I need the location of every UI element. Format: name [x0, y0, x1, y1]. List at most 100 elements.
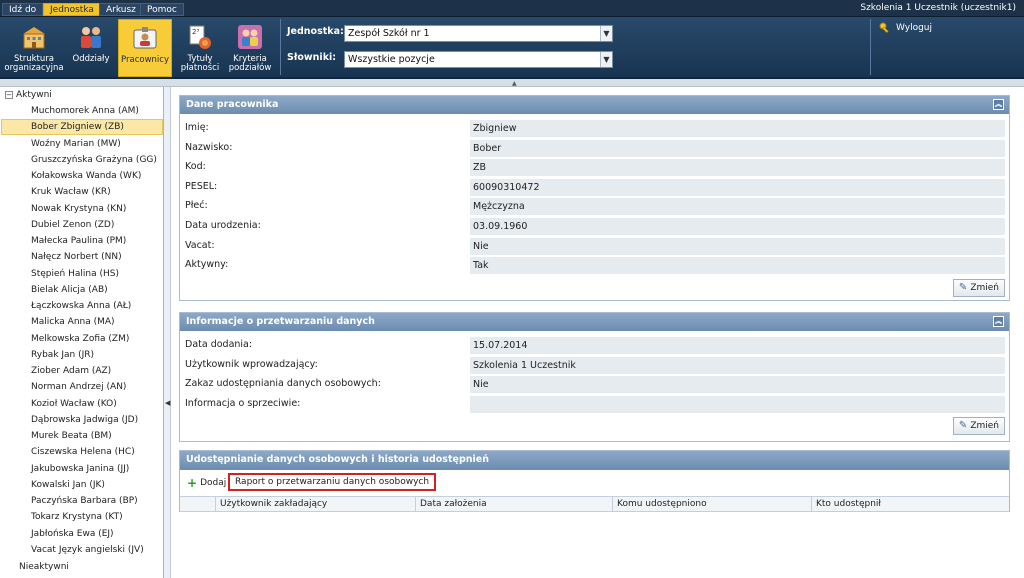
pencil-icon: ✎: [958, 282, 968, 293]
collapse-panel-icon[interactable]: ︽: [993, 99, 1004, 110]
field-row: Informacja o sprzeciwie:: [180, 395, 1009, 413]
tree-item-employee[interactable]: Vacat Język angielski (JV): [31, 542, 144, 558]
field-value: Szkolenia 1 Uczestnik: [470, 356, 1005, 374]
tree-item-employee[interactable]: Ciszewska Helena (HC): [31, 444, 135, 460]
tree-group-aktywni[interactable]: − Aktywni: [5, 87, 52, 103]
tree-item-employee[interactable]: Kozioł Wacław (KO): [31, 396, 117, 412]
add-sharing-button[interactable]: + Dodaj: [182, 474, 231, 492]
logout-button[interactable]: Wyloguj: [879, 22, 932, 34]
menu-arkusz[interactable]: Arkusz: [99, 3, 143, 16]
field-row: Nazwisko: Bober: [180, 139, 1009, 157]
chevron-down-icon[interactable]: ▼: [600, 52, 612, 67]
column-header-user[interactable]: Użytkownik zakładający: [215, 497, 415, 512]
tree-item-employee[interactable]: Melkowska Zofia (ZM): [31, 331, 129, 347]
field-value: Zbigniew: [470, 120, 1005, 137]
tree-item-employee[interactable]: Bober Zbigniew (ZB): [1, 119, 163, 136]
ribbon-separator: [870, 19, 871, 75]
field-label: Nazwisko:: [185, 141, 233, 153]
field-label: Imię:: [185, 122, 209, 133]
tree-item-employee[interactable]: Stępień Halina (HS): [31, 266, 119, 282]
tree-item-employee[interactable]: Łączkowska Anna (AŁ): [31, 298, 131, 314]
collapse-icon[interactable]: −: [5, 90, 13, 99]
staff-card-icon: [133, 27, 157, 49]
payment-titles-icon: 2³: [189, 25, 211, 49]
field-label: Aktywny:: [185, 259, 229, 271]
tree-item-employee[interactable]: Małecka Paulina (PM): [31, 233, 126, 249]
edit-processing-button[interactable]: ✎ Zmień: [952, 417, 1005, 435]
ribbon-toolbar: Struktura organizacyjna Oddziały Pracown…: [0, 17, 1024, 79]
collapse-panel-icon[interactable]: ︽: [993, 316, 1004, 327]
ribbon-button-struktura[interactable]: Struktura organizacyjna: [3, 19, 65, 77]
tree-item-employee[interactable]: Kowalski Jan (JK): [31, 477, 105, 493]
pencil-icon: ✎: [958, 420, 968, 431]
current-user-label: Szkolenia 1 Uczestnik (uczestnik1): [860, 3, 1016, 13]
panel-header: Udostępnianie danych osobowych i histori…: [180, 451, 1009, 470]
plus-icon: +: [187, 476, 198, 490]
chevron-down-icon[interactable]: ▼: [600, 26, 612, 41]
tree-item-employee[interactable]: Dubiel Zenon (ZD): [31, 217, 114, 233]
panel-header: Dane pracownika ︽: [180, 96, 1009, 114]
employee-tree: − Aktywni Muchomorek Anna (AM) Bober Zbign…: [0, 87, 164, 578]
vertical-splitter[interactable]: ◀: [164, 87, 171, 578]
ribbon-separator: [280, 19, 281, 75]
building-icon: [23, 27, 45, 49]
tree-item-employee[interactable]: Norman Andrzej (AN): [31, 379, 126, 395]
field-label: Vacat:: [185, 239, 215, 251]
ribbon-button-pracownicy[interactable]: Pracownicy: [118, 19, 172, 77]
tree-item-employee[interactable]: Nałęcz Norbert (NN): [31, 249, 122, 265]
collapse-left-icon[interactable]: ◀: [165, 399, 170, 407]
field-row: Użytkownik wprowadzający: Szkolenia 1 Ucz…: [180, 356, 1009, 374]
ribbon-button-kryteria-podzialow[interactable]: Kryteria podziałów: [227, 19, 273, 77]
horizontal-splitter[interactable]: ▲: [0, 79, 1024, 87]
field-row: Kod: ZB: [180, 158, 1009, 177]
field-value: Mężczyzna: [470, 198, 1005, 216]
tree-item-employee[interactable]: Kruk Wacław (KR): [31, 184, 111, 200]
processing-info-panel: Informacje o przetwarzaniu danych ︽ Data…: [179, 312, 1010, 442]
tree-group-nieaktywni[interactable]: Nieaktywni: [19, 559, 69, 575]
edit-employee-button[interactable]: ✎ Zmień: [952, 279, 1005, 297]
tree-item-employee[interactable]: Tokarz Krystyna (KT): [31, 509, 123, 525]
field-row: Płeć: Mężczyzna: [180, 197, 1009, 216]
field-row: Vacat: Nie: [180, 237, 1009, 255]
tree-item-employee[interactable]: Kołakowska Wanda (WK): [31, 168, 141, 184]
tree-item-employee[interactable]: Woźny Marian (MW): [31, 136, 121, 152]
collapse-up-icon[interactable]: ▲: [512, 80, 517, 87]
menu-jednostka[interactable]: Jednostka: [43, 3, 101, 16]
tree-item-employee[interactable]: Rybak Jan (JR): [31, 347, 94, 363]
dictionaries-select[interactable]: Wszystkie pozycje ▼: [344, 51, 613, 68]
field-label: Płeć:: [185, 200, 208, 212]
field-label: Zakaz udostępniania danych osobowych:: [185, 378, 381, 390]
main-content: Dane pracownika ︽ Imię: Zbigniew Nazwisko:…: [171, 87, 1024, 578]
field-value: Nie: [470, 237, 1005, 255]
tree-item-employee[interactable]: Malicka Anna (MA): [31, 314, 115, 330]
field-row: PESEL: 60090310472: [180, 178, 1009, 196]
tree-item-employee[interactable]: Muchomorek Anna (AM): [31, 103, 139, 119]
tree-item-employee[interactable]: Jabłońska Ewa (EJ): [31, 526, 114, 542]
tree-item-employee[interactable]: Dąbrowska Jadwiga (JD): [31, 412, 138, 428]
ribbon-button-oddzialy[interactable]: Oddziały: [67, 19, 115, 77]
field-row: Zakaz udostępniania danych osobowych: Nie: [180, 375, 1009, 394]
menu-idz-do[interactable]: Idź do: [2, 3, 44, 16]
processing-report-button[interactable]: Raport o przetwarzaniu danych osobowych: [228, 473, 437, 491]
class-group-icon: [81, 27, 101, 48]
top-menu-bar: Idź do Jednostka Arkusz Pomoc Szkolenia …: [0, 0, 1024, 17]
menu-pomoc[interactable]: Pomoc: [140, 3, 184, 16]
tree-item-employee[interactable]: Gruszczyńska Grażyna (GG): [31, 152, 157, 168]
ribbon-button-tytuly-platnosci[interactable]: 2³ Tytuły płatności: [176, 19, 224, 77]
tree-item-employee[interactable]: Nowak Krystyna (KN): [31, 201, 126, 217]
svg-text:2³: 2³: [192, 28, 199, 36]
column-header-shared-by[interactable]: Kto udostępnił: [811, 497, 1009, 512]
tree-item-employee[interactable]: Ziober Adam (AZ): [31, 363, 111, 379]
tree-item-employee[interactable]: Jakubowska Janina (JJ): [31, 461, 129, 477]
field-value: 15.07.2014: [470, 337, 1005, 354]
tree-item-employee[interactable]: Bielak Alicja (AB): [31, 282, 108, 298]
field-row: Data urodzenia: 03.09.1960: [180, 217, 1009, 235]
column-header-date[interactable]: Data założenia: [415, 497, 612, 512]
field-row: Aktywny: Tak: [180, 256, 1009, 275]
tree-item-employee[interactable]: Paczyńska Barbara (BP): [31, 493, 138, 509]
column-header-shared-with[interactable]: Komu udostępniono: [612, 497, 811, 512]
sharing-table-header: Użytkownik zakładający Data założenia Ko…: [180, 496, 1009, 512]
unit-select[interactable]: Zespół Szkół nr 1 ▼: [344, 25, 613, 42]
tree-item-employee[interactable]: Murek Beata (BM): [31, 428, 112, 444]
criteria-people-icon: [238, 25, 262, 49]
